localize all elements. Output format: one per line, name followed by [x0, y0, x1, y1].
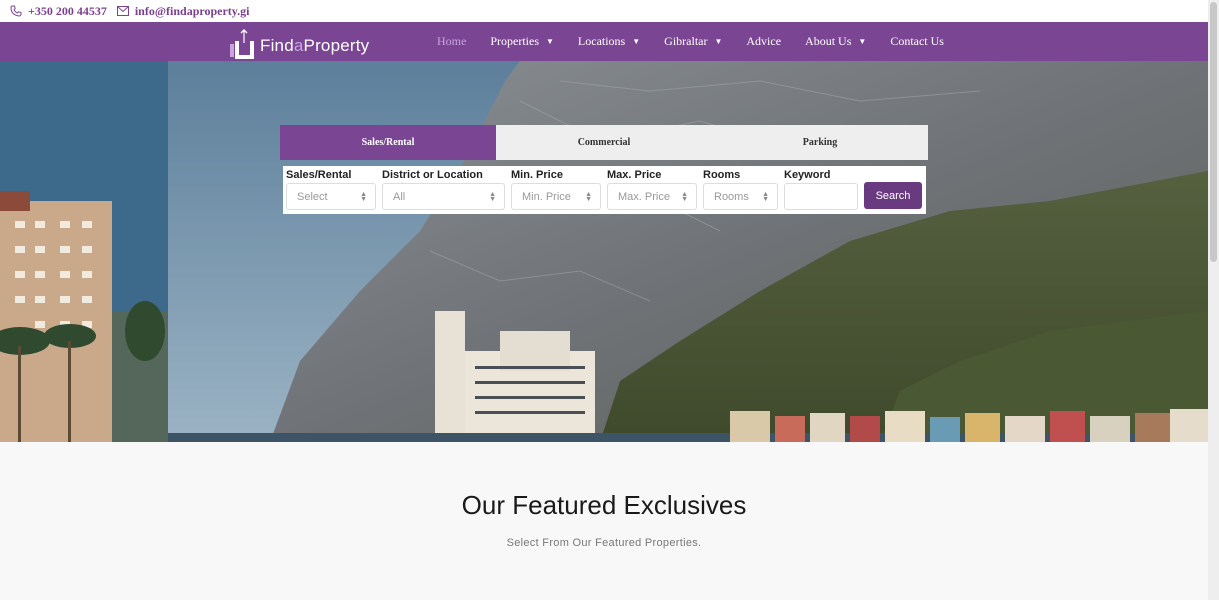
field-max-price: Max. Price Max. Price ▲ ▼ — [607, 168, 697, 210]
logo-text-prefix: Find — [260, 36, 294, 55]
sales-rental-label: Sales/Rental — [286, 169, 352, 181]
sales-rental-select-value: Select — [297, 190, 328, 203]
rooms-label: Rooms — [703, 169, 741, 181]
page-scrollbar[interactable] — [1208, 0, 1219, 600]
nav-advice[interactable]: Advice — [746, 34, 781, 49]
email-address: info@findaproperty.gi — [134, 3, 250, 18]
min-price-select-value: Min. Price — [522, 190, 571, 203]
property-search-form: Sales/Rental Select ▲ ▼ District or Locati… — [283, 166, 926, 214]
logo-text-suffix: Property — [303, 36, 370, 55]
nav-properties[interactable]: Properties ▼ — [490, 34, 554, 49]
phone-number: +350 200 44537 — [28, 3, 107, 18]
caret-down-icon: ▼ — [858, 37, 867, 46]
nav-contact-us[interactable]: Contact Us — [890, 34, 944, 49]
select-arrows-icon: ▲ ▼ — [360, 191, 367, 203]
min-price-label: Min. Price — [511, 169, 563, 181]
hero-banner — [0, 61, 1208, 442]
nav-about-us[interactable]: About Us ▼ — [805, 34, 866, 49]
site-logo[interactable]: FindaProperty — [230, 27, 369, 59]
nav-about-us-label: About Us — [805, 34, 852, 48]
select-arrows-icon: ▲ ▼ — [489, 191, 496, 203]
house-logo-icon — [230, 29, 258, 59]
nav-menu: Home Properties ▼ Locations ▼ Gibraltar ▼ A… — [437, 22, 968, 61]
rooms-select-value: Rooms — [714, 190, 749, 203]
select-arrows-icon: ▲ ▼ — [585, 191, 592, 203]
scrollbar-thumb[interactable] — [1210, 2, 1217, 262]
field-sales-rental: Sales/Rental Select ▲ ▼ — [286, 168, 376, 210]
select-arrows-icon: ▲ ▼ — [681, 191, 688, 203]
email-contact[interactable]: info@findaproperty.gi — [116, 3, 250, 19]
search-tabs: Sales/Rental Commercial Parking — [280, 125, 928, 160]
main-navbar: FindaProperty Home Properties ▼ Locations… — [0, 22, 1208, 61]
featured-subtitle: Select From Our Featured Properties. — [506, 537, 702, 549]
caret-down-icon: ▼ — [714, 37, 723, 46]
keyword-input[interactable] — [784, 183, 858, 210]
phone-icon — [10, 5, 22, 17]
caret-down-icon: ▼ — [632, 37, 641, 46]
envelope-icon — [116, 6, 129, 16]
location-select[interactable]: All ▲ ▼ — [382, 183, 505, 210]
logo-text-accent: a — [293, 36, 304, 55]
hero-landscape-image — [0, 61, 1208, 442]
nav-advice-label: Advice — [746, 34, 782, 48]
select-arrows-icon: ▲ ▼ — [762, 191, 769, 203]
featured-title: Our Featured Exclusives — [461, 490, 747, 520]
caret-down-icon: ▼ — [545, 37, 554, 46]
location-label: District or Location — [382, 169, 483, 181]
phone-contact[interactable]: +350 200 44537 — [10, 4, 107, 19]
tab-sales-rental[interactable]: Sales/Rental — [280, 125, 496, 160]
nav-locations[interactable]: Locations ▼ — [578, 34, 640, 49]
max-price-select[interactable]: Max. Price ▲ ▼ — [607, 183, 697, 210]
max-price-label: Max. Price — [607, 169, 662, 181]
keyword-label: Keyword — [784, 169, 831, 181]
field-rooms: Rooms Rooms ▲ ▼ — [703, 168, 778, 210]
nav-home-label: Home — [437, 34, 467, 48]
rooms-select[interactable]: Rooms ▲ ▼ — [703, 183, 778, 210]
logo-text: FindaProperty — [260, 36, 369, 56]
field-location: District or Location All ▲ ▼ — [382, 168, 505, 210]
tab-commercial[interactable]: Commercial — [496, 125, 712, 160]
field-keyword: Keyword — [784, 168, 858, 210]
nav-gibraltar[interactable]: Gibraltar ▼ — [664, 34, 722, 49]
nav-properties-label: Properties — [490, 34, 539, 48]
nav-contact-us-label: Contact Us — [890, 34, 944, 48]
field-min-price: Min. Price Min. Price ▲ ▼ — [511, 168, 601, 210]
contact-bar: +350 200 44537 info@findaproperty.gi — [0, 0, 1208, 22]
sales-rental-select[interactable]: Select ▲ ▼ — [286, 183, 376, 210]
nav-gibraltar-label: Gibraltar — [664, 34, 708, 48]
search-button[interactable]: Search — [864, 182, 922, 209]
max-price-select-value: Max. Price — [618, 190, 670, 203]
location-select-value: All — [393, 190, 406, 203]
nav-locations-label: Locations — [577, 34, 626, 48]
min-price-select[interactable]: Min. Price ▲ ▼ — [511, 183, 601, 210]
tab-parking[interactable]: Parking — [712, 125, 928, 160]
nav-home[interactable]: Home — [437, 34, 466, 49]
